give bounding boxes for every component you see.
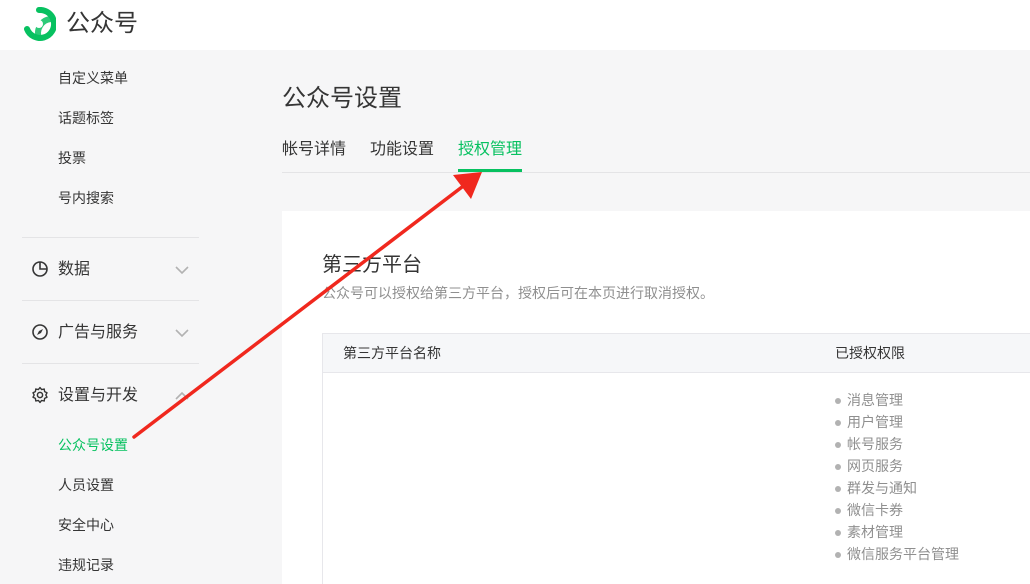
pie-chart-icon [32,261,48,277]
sidebar-item-security-center[interactable]: 安全中心 [58,516,114,536]
permission-label: 群发与通知 [847,481,917,497]
list-item: 用户管理 [835,412,959,434]
sidebar-item-staff-settings[interactable]: 人员设置 [58,476,114,496]
permission-label: 帐号服务 [847,437,903,453]
list-item: 帐号服务 [835,434,959,456]
third-party-platform-card: 第三方平台 公众号可以授权给第三方平台，授权后可在本页进行取消授权。 第三方平台… [282,211,1030,584]
sidebar-group-label: 广告与服务 [58,322,139,341]
wechat-official-logo-icon[interactable] [22,7,56,41]
list-item: 素材管理 [835,522,959,544]
sidebar-group-label: 数据 [58,259,91,278]
active-tab-indicator [458,169,522,172]
sidebar-group-label: 设置与开发 [58,385,139,404]
list-item: 消息管理 [835,390,959,412]
table-header: 第三方平台名称 已授权权限 [322,333,1030,373]
chevron-up-icon [175,391,189,400]
sidebar-group-ads-services[interactable]: 广告与服务 [22,312,199,352]
chevron-down-icon [175,266,189,275]
sidebar-group-data[interactable]: 数据 [22,249,199,289]
bullet-icon [835,530,841,536]
page-title: 公众号设置 [282,84,402,112]
list-item: 网页服务 [835,456,959,478]
sidebar-item-in-account-search[interactable]: 号内搜索 [58,189,114,209]
compass-icon [32,324,48,340]
permission-list: 消息管理 用户管理 帐号服务 网页服务 群发与通知 微信卡券 素材管理 微信服务… [835,390,959,566]
bullet-icon [835,486,841,492]
gear-icon [32,386,48,404]
permission-label: 用户管理 [847,415,903,431]
column-header-platform-name: 第三方平台名称 [343,346,441,362]
authorization-table: 第三方平台名称 已授权权限 消息管理 用户管理 帐号服务 网页服务 群发与通知 … [322,333,1030,584]
bullet-icon [835,552,841,558]
list-item: 微信卡券 [835,500,959,522]
sidebar-divider [22,363,199,364]
bullet-icon [835,420,841,426]
bullet-icon [835,508,841,514]
sidebar-divider [22,300,199,301]
chevron-down-icon [175,329,189,338]
sidebar: 自定义菜单 话题标签 投票 号内搜索 数据 广告与服务 设置与开发 公众号设置 … [0,50,230,584]
sidebar-divider [22,237,199,238]
list-item: 微信服务平台管理 [835,544,959,566]
tab-account-details[interactable]: 帐号详情 [282,138,346,160]
sidebar-item-topic-tags[interactable]: 话题标签 [58,109,114,129]
bullet-icon [835,442,841,448]
sidebar-item-account-settings[interactable]: 公众号设置 [58,436,128,456]
permission-label: 消息管理 [847,393,903,409]
permission-label: 素材管理 [847,525,903,541]
list-item: 群发与通知 [835,478,959,500]
tab-bar: 帐号详情 功能设置 授权管理 [282,138,1030,173]
card-title: 第三方平台 [322,252,422,276]
sidebar-item-custom-menu[interactable]: 自定义菜单 [58,69,128,89]
tab-feature-settings[interactable]: 功能设置 [370,138,434,160]
permission-label: 微信服务平台管理 [847,547,959,563]
bullet-icon [835,398,841,404]
sidebar-item-vote[interactable]: 投票 [58,149,86,169]
card-description: 公众号可以授权给第三方平台，授权后可在本页进行取消授权。 [322,286,714,302]
permission-label: 微信卡券 [847,503,903,519]
permission-label: 网页服务 [847,459,903,475]
column-header-permissions: 已授权权限 [835,346,905,362]
table-row: 消息管理 用户管理 帐号服务 网页服务 群发与通知 微信卡券 素材管理 微信服务… [322,373,1030,584]
sidebar-group-settings-dev[interactable]: 设置与开发 [22,375,199,415]
tab-authorization-management[interactable]: 授权管理 [458,138,522,160]
bullet-icon [835,464,841,470]
app-title[interactable]: 公众号 [66,7,138,39]
sidebar-item-violation-records[interactable]: 违规记录 [58,556,114,576]
top-bar: 公众号 [0,0,1030,50]
